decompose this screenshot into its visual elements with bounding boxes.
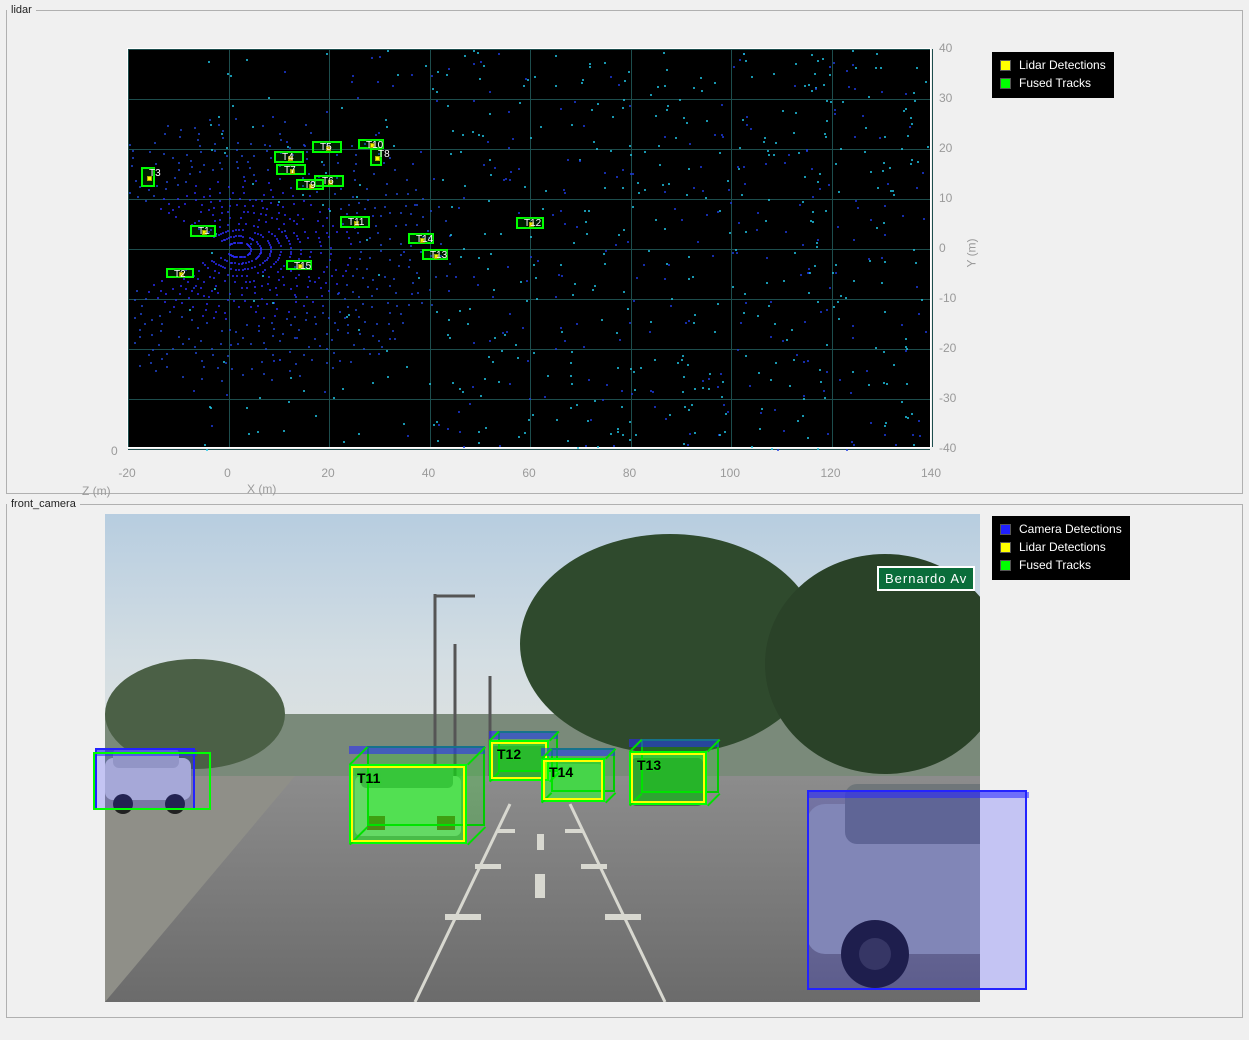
x-tick: 20 [321, 466, 334, 480]
camera-panel: front_camera [6, 498, 1243, 1018]
y-axis-label: Y (m) [965, 238, 979, 267]
legend-item-fused: Fused Tracks [1000, 556, 1122, 574]
x-tick: 80 [623, 466, 636, 480]
lidar-track-box[interactable]: T3 [141, 167, 155, 187]
lidar-track-box[interactable]: T15 [286, 260, 312, 270]
camera-image[interactable] [105, 514, 980, 1002]
x-tick: 0 [224, 466, 231, 480]
legend-label: Fused Tracks [1019, 76, 1091, 90]
lidar-track-box[interactable]: T10 [358, 139, 384, 149]
y-tick: 40 [939, 41, 952, 55]
track-label: T15 [294, 261, 311, 272]
legend-label: Camera Detections [1019, 522, 1122, 536]
y-tick: -40 [939, 441, 956, 455]
legend-item-lidar-det: Lidar Detections [1000, 538, 1122, 556]
track-label: T2 [174, 269, 186, 280]
lidar-track-box[interactable]: T11 [340, 216, 370, 228]
y-tick: 20 [939, 141, 952, 155]
track-label: T1 [198, 226, 210, 237]
x-axis-label: X (m) [247, 482, 276, 496]
legend-item-lidar-det: Lidar Detections [1000, 56, 1106, 74]
track-label: T12 [524, 218, 541, 229]
lidar-track-box[interactable]: T14 [408, 233, 434, 244]
lidar-track-box[interactable]: T7 [276, 164, 306, 175]
legend-swatch-icon [1000, 78, 1011, 89]
lidar-track-box[interactable]: T2 [166, 268, 194, 278]
x-tick: 100 [720, 466, 740, 480]
lidar-track-box[interactable]: T12 [516, 217, 544, 229]
lidar-track-box[interactable]: T13 [422, 249, 448, 260]
track-label: T14 [416, 234, 433, 245]
camera-body: Bernardo Av Camera Detections Lidar Dete… [7, 510, 1242, 1010]
y-tick: 10 [939, 191, 952, 205]
camera-panel-title: front_camera [7, 498, 80, 510]
track-label: T3 [149, 168, 161, 179]
legend-swatch-icon [1000, 60, 1011, 71]
legend-label: Lidar Detections [1019, 540, 1106, 554]
legend-swatch-icon [1000, 524, 1011, 535]
street-sign: Bernardo Av [877, 566, 975, 591]
x-tick: 140 [921, 466, 941, 480]
lidar-track-box[interactable]: T4 [274, 151, 304, 163]
y-tick: 30 [939, 91, 952, 105]
track-label: T10 [366, 140, 383, 151]
lidar-track-box[interactable]: T9 [296, 179, 324, 190]
legend-swatch-icon [1000, 542, 1011, 553]
z-tick: 0 [111, 444, 118, 458]
track-label: T11 [348, 217, 365, 228]
y-tick: -10 [939, 291, 956, 305]
track-label: T9 [304, 180, 316, 191]
track-label: T7 [284, 165, 296, 176]
x-tick: 120 [820, 466, 840, 480]
lidar-legend: Lidar Detections Fused Tracks [992, 52, 1114, 98]
lidar-panel: lidar T1T2T3T4T5T6T7T8T9T10T11T12T13T14T… [6, 4, 1243, 494]
legend-item-camera-det: Camera Detections [1000, 520, 1122, 538]
x-tick: 40 [422, 466, 435, 480]
track-label: T5 [320, 142, 332, 153]
lidar-track-box[interactable]: T1 [190, 225, 216, 237]
track-label: T4 [282, 152, 294, 163]
y-tick: -20 [939, 341, 956, 355]
x-tick: -20 [118, 466, 135, 480]
y-tick: -30 [939, 391, 956, 405]
x-tick: 60 [522, 466, 535, 480]
y-tick: 0 [939, 241, 946, 255]
track-label: T13 [430, 250, 447, 261]
lidar-panel-title: lidar [7, 4, 36, 16]
camera-legend: Camera Detections Lidar Detections Fused… [992, 516, 1130, 580]
z-axis-label: Z (m) [82, 484, 111, 498]
legend-label: Fused Tracks [1019, 558, 1091, 572]
legend-label: Lidar Detections [1019, 58, 1106, 72]
lidar-plot-area[interactable]: T1T2T3T4T5T6T7T8T9T10T11T12T13T14T15 [127, 48, 931, 448]
lidar-track-box[interactable]: T5 [312, 141, 342, 153]
street-sign-text: Bernardo Av [885, 571, 967, 586]
legend-swatch-icon [1000, 560, 1011, 571]
legend-item-fused: Fused Tracks [1000, 74, 1106, 92]
lidar-body: T1T2T3T4T5T6T7T8T9T10T11T12T13T14T15 Lid… [7, 16, 1242, 486]
